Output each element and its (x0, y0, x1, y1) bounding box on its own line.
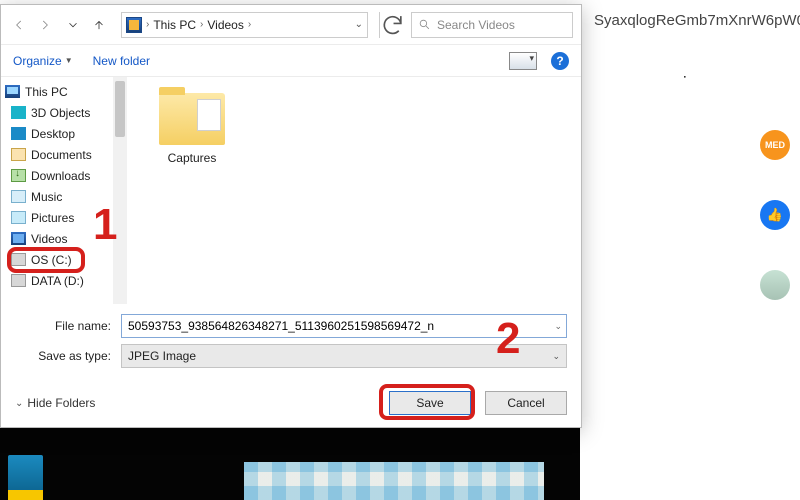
nav-back-button[interactable] (9, 15, 29, 35)
documents-icon (11, 148, 26, 161)
save-as-dialog: › This PC › Videos › ⌄ Search Videos Org… (0, 4, 582, 428)
file-name-input[interactable]: ⌄ (121, 314, 567, 338)
tree-3d-objects[interactable]: 3D Objects (5, 102, 126, 123)
tree-downloads[interactable]: Downloads (5, 165, 126, 186)
tree-this-pc[interactable]: This PC (5, 81, 126, 102)
organize-menu[interactable]: Organize▼ (13, 54, 73, 68)
address-fragment: SyaxqlogReGmb7mXnrW6pW0QVCX (594, 12, 800, 34)
desktop-icon (11, 127, 26, 140)
recent-locations-icon[interactable] (63, 15, 83, 35)
cancel-button[interactable]: Cancel (485, 391, 567, 415)
chevron-down-icon[interactable]: ⌄ (355, 19, 363, 30)
search-placeholder: Search Videos (437, 18, 515, 32)
pc-icon (126, 17, 142, 33)
new-folder-button[interactable]: New folder (93, 54, 150, 68)
image-preview-strip (244, 462, 544, 500)
chevron-down-icon[interactable]: ⌄ (554, 321, 562, 332)
chevron-down-icon: ⌄ (15, 398, 23, 409)
folder-icon (159, 93, 225, 145)
tag-icon[interactable] (678, 70, 700, 92)
tree-documents[interactable]: Documents (5, 144, 126, 165)
help-icon[interactable]: ? (551, 52, 569, 70)
thumbnail-strip-item (8, 455, 43, 500)
search-icon (418, 18, 431, 31)
folder-tree: This PC 3D Objects Desktop Documents Dow… (1, 77, 127, 304)
like-reaction-icon[interactable]: 👍 (760, 200, 790, 230)
folder-label: Captures (157, 151, 227, 165)
tree-videos[interactable]: Videos (5, 228, 126, 249)
drive-icon (11, 274, 26, 287)
badge-med[interactable]: MED (760, 130, 790, 160)
file-name-field[interactable] (128, 319, 560, 333)
tree-music[interactable]: Music (5, 186, 126, 207)
music-icon (11, 190, 26, 203)
breadcrumb[interactable]: › This PC › Videos › ⌄ (121, 12, 368, 38)
hide-folders-toggle[interactable]: ⌄ Hide Folders (15, 396, 95, 410)
tree-desktop[interactable]: Desktop (5, 123, 126, 144)
chevron-down-icon: ⌄ (552, 351, 560, 362)
save-type-label: Save as type: (11, 349, 121, 363)
tree-scrollbar[interactable] (113, 77, 127, 304)
breadcrumb-root[interactable]: This PC (153, 18, 196, 32)
save-button[interactable]: Save (389, 391, 471, 415)
videos-icon (11, 232, 26, 245)
chevron-right-icon: › (248, 19, 251, 30)
file-pane[interactable]: Captures (127, 77, 581, 304)
nav-forward-button (35, 15, 55, 35)
folder-item[interactable]: Captures (157, 93, 227, 165)
breadcrumb-current[interactable]: Videos (207, 18, 243, 32)
tree-os-c[interactable]: OS (C:) (5, 249, 126, 270)
pictures-icon (11, 211, 26, 224)
file-name-label: File name: (11, 319, 121, 333)
chevron-right-icon: › (200, 19, 203, 30)
save-type-select[interactable]: JPEG Image ⌄ (121, 344, 567, 368)
fullscreen-icon[interactable] (722, 70, 744, 92)
downloads-icon (11, 169, 26, 182)
avatar[interactable] (760, 270, 790, 300)
3d-objects-icon (11, 106, 26, 119)
tree-pictures[interactable]: Pictures (5, 207, 126, 228)
search-input[interactable]: Search Videos (411, 12, 573, 38)
tree-data-d[interactable]: DATA (D:) (5, 270, 126, 291)
zoom-out-icon[interactable] (634, 70, 656, 92)
zoom-in-icon[interactable] (590, 70, 612, 92)
refresh-button[interactable] (379, 12, 405, 38)
view-options-button[interactable] (509, 52, 537, 70)
chevron-down-icon: ▼ (65, 56, 73, 65)
chevron-right-icon: › (146, 19, 149, 30)
pc-icon (5, 85, 20, 98)
drive-icon (11, 253, 26, 266)
nav-up-button[interactable] (89, 15, 109, 35)
